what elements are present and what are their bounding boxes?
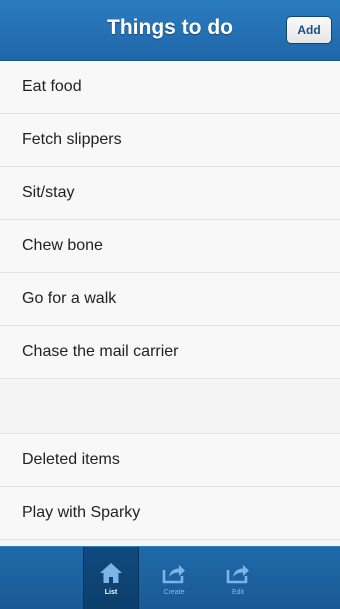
home-icon [100,563,122,583]
app-screen: Things to do Add Eat food Fetch slippers… [0,0,340,609]
tab-edit-label: Edit [231,589,245,596]
list-item-play-with-sparky[interactable]: Play with Sparky [0,487,340,540]
tab-list[interactable]: List [83,547,139,609]
list-item-sit-stay[interactable]: Sit/stay [0,167,340,220]
tab-bar: List Create Edit [0,546,340,609]
tab-edit[interactable]: Edit [210,547,266,609]
list-item-go-for-a-walk[interactable]: Go for a walk [0,273,340,326]
list-item-chew-bone[interactable]: Chew bone [0,220,340,273]
list-divider [0,379,340,434]
list-item-fetch-slippers[interactable]: Fetch slippers [0,114,340,167]
list-item-eat-food[interactable]: Eat food [0,61,340,114]
list-item-chase-mail-carrier[interactable]: Chase the mail carrier [0,326,340,379]
list-item-deleted-items[interactable]: Deleted items [0,434,340,487]
share-icon [226,565,249,584]
share-icon [162,565,185,584]
tab-create[interactable]: Create [146,547,202,609]
tab-list-label: List [104,589,118,596]
tab-create-label: Create [163,589,185,596]
header-bar: Things to do Add [0,0,340,61]
add-button[interactable]: Add [286,16,332,44]
todo-list: Eat food Fetch slippers Sit/stay Chew bo… [0,61,340,540]
